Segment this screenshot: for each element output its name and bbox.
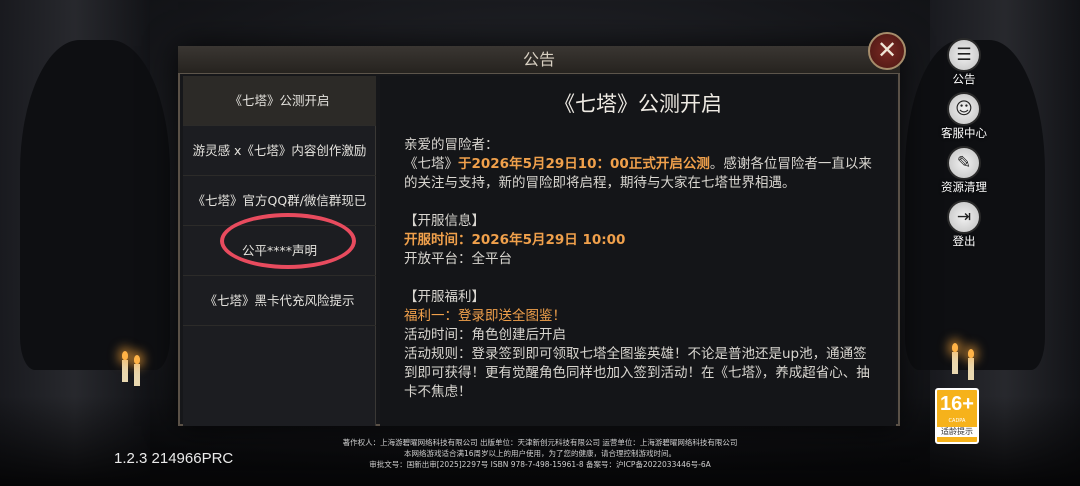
greeting: 亲爱的冒险者：	[404, 137, 499, 153]
side-label: 资源清理	[941, 180, 987, 194]
benefits-heading: 【开服福利】	[404, 289, 485, 305]
legal-footer: 著作权人：上海游碧曜网络科技有限公司 出版单位：天津新创元科技有限公司 运营单位…	[290, 437, 790, 470]
left-statue	[20, 40, 170, 370]
footer-line: 著作权人：上海游碧曜网络科技有限公司 出版单位：天津新创元科技有限公司 运营单位…	[342, 438, 738, 447]
age-number: 16+	[940, 393, 974, 415]
announcement-content[interactable]: 《七塔》公测开启 亲爱的冒险者： 《七塔》于2026年5月29日10：00正式开…	[380, 76, 896, 426]
close-button[interactable]: ✕	[868, 32, 906, 70]
activity-rules: 活动规则：登录签到即可领取七塔全图鉴英雄！不论是普池还是up池，通通签到即可获得…	[404, 346, 870, 400]
footer-line: 审批文号：国新出审[2025]2297号 ISBN 978-7-498-1596…	[369, 460, 711, 469]
support-icon: ☺	[947, 92, 981, 126]
version-label: 1.2.3 214966PRC	[114, 450, 234, 467]
tab-black-card-risk[interactable]: 《七塔》黑卡代充风险提示	[183, 276, 376, 326]
content-body: 亲爱的冒险者： 《七塔》于2026年5月29日10：00正式开启公测。感谢各位冒…	[404, 136, 872, 402]
footer-line: 本网络游戏适合满16周岁以上的用户使用，为了您的健康，请合理控制游戏时间。	[403, 449, 677, 458]
broom-icon: ✎	[947, 146, 981, 180]
dialog-header: 公告	[178, 46, 900, 74]
side-button-logout[interactable]: ⇥ 登出	[936, 200, 992, 248]
candle	[952, 343, 958, 374]
intro-paragraph: 《七塔》于2026年5月29日10：00正式开启公测。感谢各位冒险者一直以来的关…	[404, 155, 872, 193]
side-label: 公告	[952, 72, 976, 86]
content-title: 《七塔》公测开启	[554, 92, 722, 116]
open-time: 开服时间：2026年5月29日 10:00	[404, 232, 626, 248]
logout-icon: ⇥	[947, 200, 981, 234]
intro-highlight: 于2026年5月29日10：00正式开启公测	[458, 156, 710, 172]
side-label: 客服中心	[941, 126, 987, 140]
red-annotation-circle	[220, 213, 356, 269]
tab-label: 《七塔》黑卡代充风险提示	[204, 293, 355, 308]
tab-open-beta[interactable]: 《七塔》公测开启	[183, 76, 376, 126]
age-label: 适龄提示	[937, 427, 977, 437]
benefit1-title: 福利一：登录即送全图鉴！	[404, 308, 566, 324]
side-button-support[interactable]: ☺ 客服中心	[936, 92, 992, 140]
dialog-title: 公告	[522, 50, 555, 69]
tab-label: 《七塔》公测开启	[229, 93, 330, 108]
tab-creator-incentive[interactable]: 游灵感 x《七塔》内容创作激励	[183, 126, 376, 176]
side-button-notice[interactable]: ☰ 公告	[936, 38, 992, 86]
open-platform: 开放平台：全平台	[404, 251, 512, 267]
close-icon: ✕	[876, 36, 898, 64]
side-label: 登出	[952, 234, 976, 248]
age-rating-badge: 16+ CADPA 适龄提示	[935, 388, 979, 444]
candle	[122, 351, 128, 382]
tab-label: 游灵感 x《七塔》内容创作激励	[192, 143, 367, 158]
open-info-heading: 【开服信息】	[404, 213, 485, 229]
notice-icon: ☰	[947, 38, 981, 72]
candle	[134, 355, 140, 386]
side-button-cleanup[interactable]: ✎ 资源清理	[936, 146, 992, 194]
candle	[968, 349, 974, 380]
activity-time: 活动时间：角色创建后开启	[404, 327, 566, 343]
intro-prefix: 《七塔》	[404, 156, 458, 172]
age-org: CADPA	[948, 418, 966, 424]
